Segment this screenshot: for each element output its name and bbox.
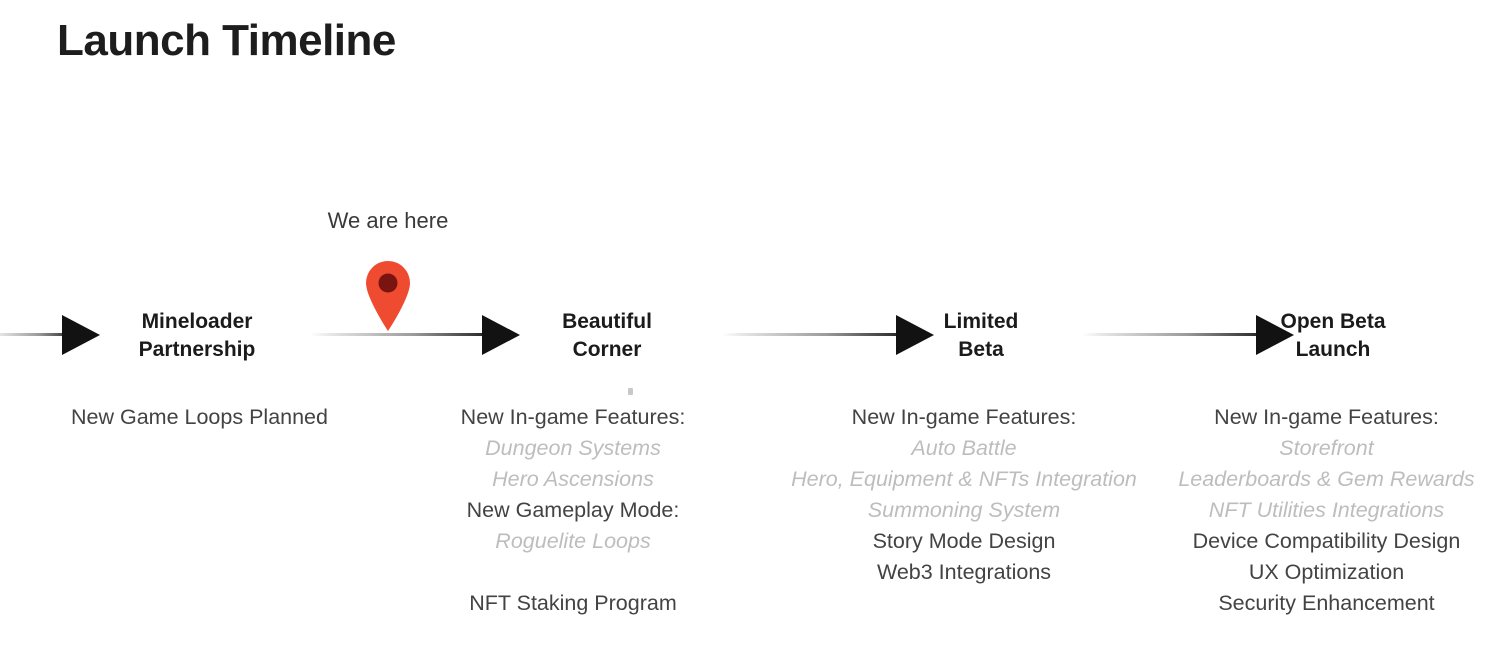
milestone-label-line2: Beta: [958, 337, 1004, 361]
milestone-label-line1: Limited: [943, 310, 1019, 333]
detail-line: Storefront: [1279, 436, 1374, 460]
detail-line: New In-game Features:: [1214, 405, 1439, 429]
milestone-label-line2: Partnership: [138, 337, 256, 361]
milestone-label-line1: Mineloader: [141, 310, 253, 333]
detail-line: Roguelite Loops: [495, 529, 651, 553]
map-pin-icon: [366, 261, 410, 331]
detail-line: Summoning System: [867, 498, 1061, 522]
detail-line: Hero Ascensions: [492, 467, 654, 491]
detail-line: New Gameplay Mode:: [466, 498, 680, 522]
stray-artifact-dot: [628, 388, 633, 395]
milestone-label-mineloader-partnership: Mineloader Partnership: [72, 308, 322, 363]
milestone-label-open-beta-launch: Open Beta Launch: [1208, 308, 1458, 363]
we-are-here-label: We are here: [327, 208, 449, 233]
detail-line: Hero, Equipment & NFTs Integration: [791, 467, 1137, 491]
detail-line: Story Mode Design: [872, 529, 1056, 553]
detail-spacer: [422, 557, 724, 588]
page-title: Launch Timeline: [57, 16, 396, 65]
detail-line: Security Enhancement: [1218, 591, 1435, 615]
detail-line: Device Compatibility Design: [1192, 529, 1461, 553]
detail-line: Web3 Integrations: [876, 560, 1052, 584]
detail-line: Auto Battle: [911, 436, 1017, 460]
milestone-label-limited-beta: Limited Beta: [856, 308, 1106, 363]
we-are-here-marker: We are here: [318, 208, 458, 338]
detail-line: NFT Staking Program: [469, 591, 677, 615]
milestone-label-line2: Corner: [572, 337, 642, 361]
detail-column-beautiful-corner: New In-game Features: Dungeon Systems Hero…: [422, 402, 724, 619]
detail-line: Dungeon Systems: [485, 436, 661, 460]
detail-line: New Game Loops Planned: [71, 405, 328, 429]
detail-column-open-beta-launch: New In-game Features: Storefront Leaderboa…: [1160, 402, 1493, 619]
detail-column-limited-beta: New In-game Features: Auto Battle Hero, Eq…: [772, 402, 1156, 588]
milestone-label-line2: Launch: [1295, 337, 1371, 361]
detail-line: NFT Utilities Integrations: [1208, 498, 1445, 522]
detail-line: UX Optimization: [1248, 560, 1405, 584]
milestone-label-line1: Beautiful: [562, 310, 652, 333]
detail-line: New In-game Features:: [851, 405, 1077, 429]
milestone-label-beautiful-corner: Beautiful Corner: [482, 308, 732, 363]
milestone-label-line1: Open Beta: [1280, 310, 1386, 333]
detail-line: Leaderboards & Gem Rewards: [1178, 467, 1475, 491]
detail-line: New In-game Features:: [460, 405, 686, 429]
detail-column-mineloader-partnership: New Game Loops Planned: [32, 402, 367, 433]
